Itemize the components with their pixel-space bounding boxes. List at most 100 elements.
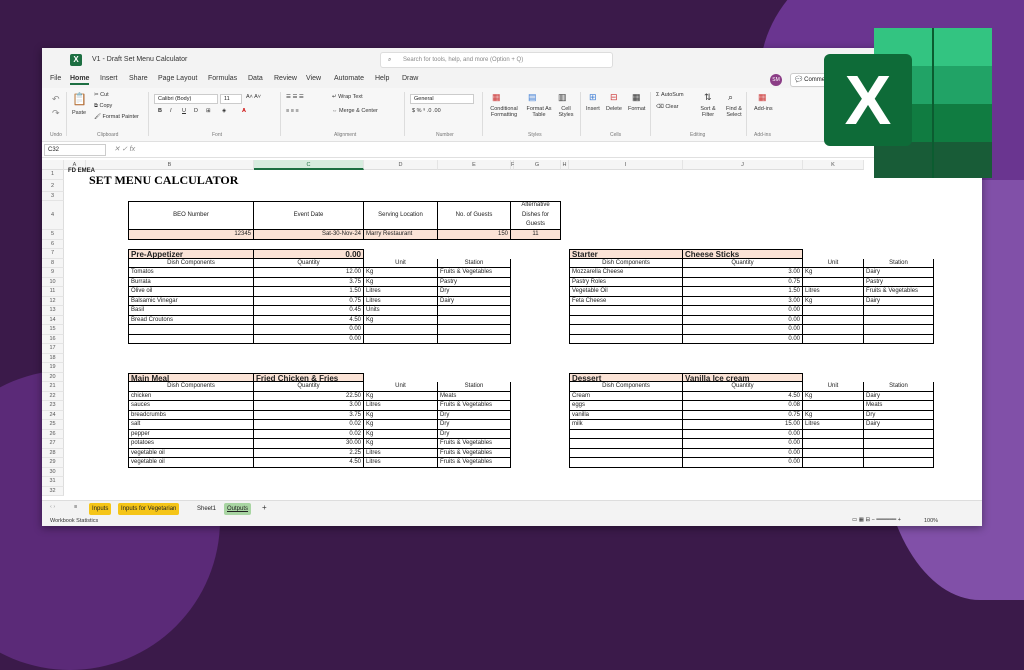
tab-outputs[interactable]: Outputs xyxy=(224,503,252,515)
table-cell[interactable]: 4.50 xyxy=(254,315,364,325)
table-cell[interactable]: Vegetable Oil xyxy=(569,287,683,297)
row-header[interactable]: 6 xyxy=(42,239,64,249)
sort-filter-button[interactable]: Sort & Filter xyxy=(696,106,720,118)
table-cell[interactable] xyxy=(803,429,864,439)
table-cell[interactable]: Fruits & Vegetables xyxy=(438,268,511,278)
menu-view[interactable]: View xyxy=(306,75,321,82)
row-header[interactable]: 10 xyxy=(42,277,64,287)
row-header[interactable]: 4 xyxy=(42,201,64,230)
find-select-button[interactable]: Find & Select xyxy=(722,106,746,118)
table-cell[interactable]: Pastry Roles xyxy=(569,277,683,287)
table-cell[interactable]: Dairy xyxy=(864,420,934,430)
row-header[interactable]: 20 xyxy=(42,372,64,382)
table-cell[interactable]: vegetable oil xyxy=(128,448,254,458)
row-header[interactable]: 3 xyxy=(42,191,64,201)
menu-draw[interactable]: Draw xyxy=(402,75,418,82)
add-sheet-icon[interactable]: + xyxy=(262,503,267,512)
paste-button[interactable]: Paste xyxy=(72,110,86,116)
borders-icon[interactable]: ⊞ xyxy=(206,108,211,114)
table-cell[interactable]: 1.50 xyxy=(254,287,364,297)
table-cell[interactable] xyxy=(569,429,683,439)
table-cell[interactable]: 0.00 xyxy=(254,334,364,344)
view-icons[interactable]: ▭ ▦ ⊟ − ━━━━━━ + xyxy=(852,517,901,523)
table-cell[interactable]: Mozzarella Cheese xyxy=(569,268,683,278)
table-cell[interactable]: Kg xyxy=(364,277,438,287)
table-cell[interactable] xyxy=(864,429,934,439)
table-cell[interactable]: Dairy xyxy=(864,391,934,401)
addins-button[interactable]: Add-ins xyxy=(754,106,773,112)
table-cell[interactable]: 0.00 xyxy=(683,334,803,344)
format-painter-button[interactable]: 🖌 Format Painter xyxy=(94,114,139,120)
table-cell[interactable] xyxy=(864,439,934,449)
row-header[interactable]: 2 xyxy=(42,179,64,192)
autosum-button[interactable]: Σ AutoSum xyxy=(656,92,684,98)
table-cell[interactable] xyxy=(803,448,864,458)
table-cell[interactable]: 3.75 xyxy=(254,410,364,420)
table-cell[interactable]: 3.75 xyxy=(254,277,364,287)
table-cell[interactable] xyxy=(569,325,683,335)
row-header[interactable]: 8 xyxy=(42,258,64,268)
row-header[interactable]: 28 xyxy=(42,448,64,458)
table-cell[interactable]: 22.50 xyxy=(254,391,364,401)
table-cell[interactable]: Kg xyxy=(803,268,864,278)
column-header[interactable]: H xyxy=(561,160,569,170)
table-cell[interactable]: Kg xyxy=(364,429,438,439)
row-header[interactable]: 21 xyxy=(42,382,64,392)
table-cell[interactable] xyxy=(803,458,864,468)
row-header[interactable]: 16 xyxy=(42,334,64,344)
table-cell[interactable]: Kg xyxy=(364,391,438,401)
section-label[interactable]: Starter xyxy=(569,249,683,259)
redo-icon[interactable]: ↷ xyxy=(52,108,60,119)
tab-scroll-icon[interactable]: ‹ › xyxy=(50,504,55,510)
table-cell[interactable] xyxy=(803,315,864,325)
clear-button[interactable]: ⌫ Clear xyxy=(656,104,678,110)
table-cell[interactable]: Dry xyxy=(438,287,511,297)
table-cell[interactable]: Kg xyxy=(364,420,438,430)
column-header[interactable]: D xyxy=(364,160,438,170)
table-cell[interactable]: eggs xyxy=(569,401,683,411)
section-dish[interactable]: 0.00 xyxy=(254,249,364,259)
table-cell[interactable] xyxy=(864,448,934,458)
table-cell[interactable]: Olive oil xyxy=(128,287,254,297)
table-cell[interactable]: Basil xyxy=(128,306,254,316)
menu-share[interactable]: Share xyxy=(129,75,148,82)
table-cell[interactable]: 4.50 xyxy=(683,391,803,401)
menu-page-layout[interactable]: Page Layout xyxy=(158,75,197,82)
column-header[interactable]: B xyxy=(86,160,254,170)
section-dish[interactable]: Vanilla Ice cream xyxy=(683,372,803,382)
beo-value-cell[interactable]: 11 xyxy=(511,230,561,240)
table-cell[interactable] xyxy=(864,306,934,316)
table-cell[interactable]: Burrata xyxy=(128,277,254,287)
table-cell[interactable] xyxy=(864,315,934,325)
table-cell[interactable]: Dairy xyxy=(864,268,934,278)
table-cell[interactable]: chicken xyxy=(128,391,254,401)
column-subheader[interactable]: Dish Components xyxy=(128,258,254,268)
table-cell[interactable] xyxy=(864,325,934,335)
table-cell[interactable]: 0.75 xyxy=(254,296,364,306)
column-header[interactable]: G xyxy=(514,160,561,170)
table-cell[interactable] xyxy=(803,334,864,344)
row-header[interactable]: 15 xyxy=(42,325,64,335)
beo-header-cell[interactable]: Event Date xyxy=(254,201,364,230)
row-header[interactable]: 13 xyxy=(42,306,64,316)
currency-icon[interactable]: $ % ⁹ .0 .00 xyxy=(412,108,441,114)
section-dish[interactable]: Cheese Sticks xyxy=(683,249,803,259)
table-cell[interactable] xyxy=(569,334,683,344)
table-cell[interactable]: Meats xyxy=(864,401,934,411)
column-subheader[interactable]: Dish Components xyxy=(569,382,683,392)
table-cell[interactable]: Litres xyxy=(364,287,438,297)
row-header[interactable]: 24 xyxy=(42,410,64,420)
fx-label[interactable]: ✕ ✓ fx xyxy=(114,145,135,153)
table-cell[interactable] xyxy=(803,439,864,449)
table-cell[interactable]: 0.02 xyxy=(254,429,364,439)
table-cell[interactable]: 3.00 xyxy=(683,268,803,278)
beo-value-cell[interactable]: Marry Restaurant xyxy=(364,230,438,240)
table-cell[interactable]: 4.50 xyxy=(254,458,364,468)
menu-home[interactable]: Home xyxy=(70,75,90,85)
beo-header-cell[interactable]: Serving Location xyxy=(364,201,438,230)
align-left-icon[interactable]: ≡ ≡ ≡ xyxy=(286,108,299,114)
table-cell[interactable]: Kg xyxy=(364,439,438,449)
table-cell[interactable]: Dry xyxy=(438,429,511,439)
align-top-icon[interactable]: ☰ ☰ ☰ xyxy=(286,94,304,100)
row-header[interactable]: 23 xyxy=(42,401,64,411)
